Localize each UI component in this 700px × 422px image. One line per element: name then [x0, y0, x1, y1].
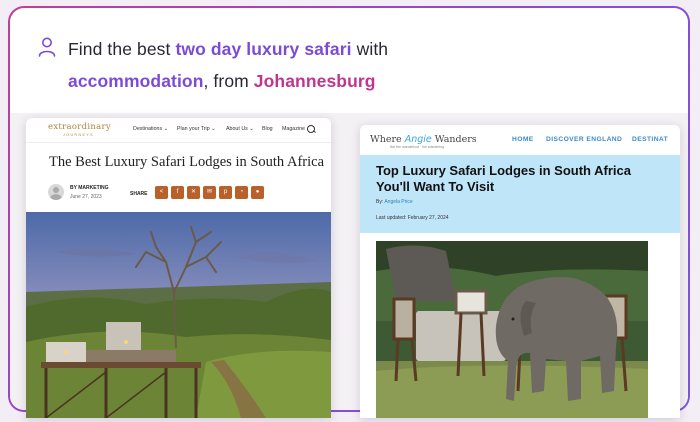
article-byline: By: Angela Price [376, 199, 413, 205]
nav-plan-your-trip[interactable]: Plan your Trip ⌄ [177, 126, 216, 132]
site-logo[interactable]: Where Angie Wanders [370, 134, 477, 145]
nav-discover-england[interactable]: DISCOVER ENGLAND [546, 136, 622, 143]
nav-about-us[interactable]: About Us ⌄ [226, 126, 254, 132]
prompt-text: Find the best two day luxury safari with… [68, 33, 388, 97]
logo-angie: Angie [404, 134, 432, 145]
share-icon[interactable]: < [155, 186, 168, 199]
article-title: Top Luxury Safari Lodges in South Africa… [376, 163, 631, 194]
nav-destinations[interactable]: DESTINAT [632, 136, 668, 143]
nav-magazine[interactable]: Magazine [282, 126, 305, 132]
prompt-part: with [351, 39, 389, 59]
nav-destinations[interactable]: Destinations ⌄ [133, 126, 168, 132]
user-icon [38, 37, 56, 57]
site-navbar: Where Angie Wanders live the wanderlust … [360, 125, 680, 155]
search-result-card-where-angie-wanders[interactable]: Where Angie Wanders live the wanderlust … [360, 125, 680, 418]
prompt-part: Find the best [68, 39, 176, 59]
prompt-highlight-accommodation: accommodation [68, 71, 204, 91]
author-name[interactable]: Angela Price [384, 199, 412, 205]
share-label: SHARE [130, 191, 148, 197]
publish-date: June 27, 2023 [70, 194, 102, 200]
treehouse-lodge-photo [26, 212, 331, 418]
logo-where: Where [370, 134, 405, 145]
prompt-part: , from [203, 71, 254, 91]
author-name: BY MARKETING [70, 185, 109, 191]
x-icon[interactable]: ✕ [187, 186, 200, 199]
prompt-highlight-city: Johannesburg [253, 71, 376, 91]
author-avatar [48, 184, 64, 200]
prompt-highlight-trip: two day luxury safari [175, 39, 352, 59]
email-icon[interactable]: ✉ [203, 186, 216, 199]
whatsapp-icon[interactable]: ◔ [235, 186, 248, 199]
last-updated: Last updated: February 27, 2024 [376, 215, 449, 221]
pinterest-icon[interactable]: p [219, 186, 232, 199]
elephant-lodge-photo [376, 241, 648, 418]
messenger-icon[interactable]: ● [251, 186, 264, 199]
logo-wanders: Wanders [431, 134, 477, 145]
search-result-card-extraordinary-journeys[interactable]: extraordinary JOURNEYS Destinations ⌄ Pl… [26, 118, 331, 418]
article-title: The Best Luxury Safari Lodges in South A… [49, 154, 325, 170]
nav-blog[interactable]: Blog [262, 126, 273, 132]
facebook-icon[interactable]: f [171, 186, 184, 199]
search-icon[interactable] [307, 125, 315, 133]
site-logo[interactable]: extraordinary [48, 122, 111, 132]
site-logo-tagline: JOURNEYS [63, 133, 95, 137]
share-buttons: < f ✕ ✉ p ◔ ● [155, 186, 264, 199]
site-logo-tagline: live the wanderlust · fun wandering [390, 145, 445, 149]
site-navbar: extraordinary JOURNEYS Destinations ⌄ Pl… [26, 118, 331, 143]
nav-home[interactable]: HOME [512, 136, 534, 143]
